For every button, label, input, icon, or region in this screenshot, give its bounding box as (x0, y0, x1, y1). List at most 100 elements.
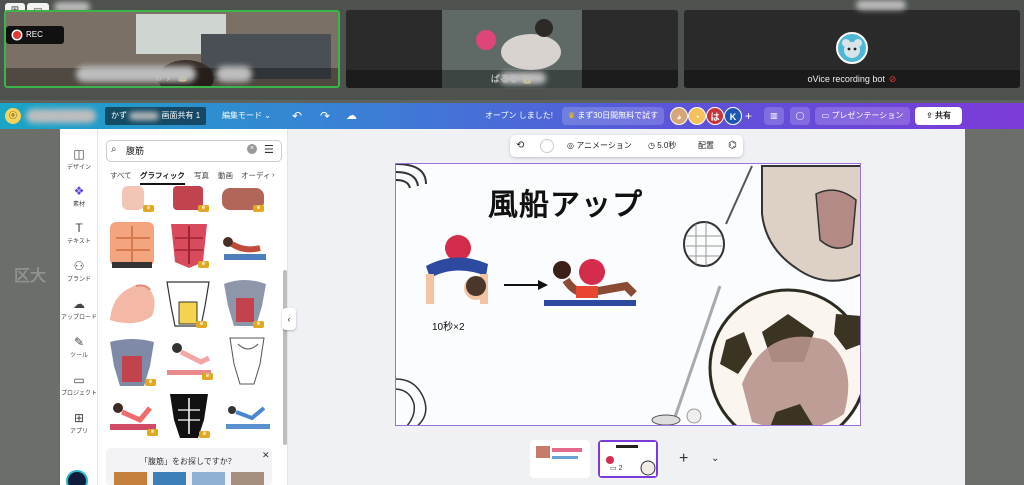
graphic-thumbnail[interactable]: ♛ (106, 394, 160, 438)
rail-label: 素材 (72, 202, 85, 208)
avatar[interactable]: K (724, 107, 742, 125)
rail-item-tools[interactable]: ✎ ツール (60, 332, 98, 366)
tab-graphics[interactable]: グラフィック (140, 170, 185, 185)
position-button[interactable]: 配置 (698, 140, 714, 152)
share-button[interactable]: ⇪ 共有 (915, 107, 962, 125)
free-trial-button[interactable]: ♛ まず30日間無料で試す (562, 107, 664, 125)
mic-muted-icon: ⊘ (888, 74, 897, 84)
insights-icon[interactable]: ▥ (764, 107, 784, 125)
crown-icon: ♛ (567, 111, 576, 120)
graphic-thumbnail[interactable]: ♛ (220, 276, 266, 330)
chevron-down-icon: ⌄ (264, 111, 271, 120)
graphic-thumbnail[interactable]: ♛ (163, 338, 215, 382)
rail-item-brand[interactable]: ⚇ ブランド (60, 256, 98, 290)
mode-label: 編集モード (222, 111, 262, 120)
tab-videos[interactable]: 動画 (218, 170, 233, 181)
graphic-thumbnail[interactable]: ♛ (110, 186, 156, 214)
premium-badge-icon: ♛ (145, 379, 156, 386)
graphic-thumbnail[interactable]: ♛ (220, 186, 266, 214)
graphic-thumbnail[interactable]: ♛ (165, 186, 211, 214)
recording-indicator: REC (6, 26, 64, 44)
tab-photos[interactable]: 写真 (194, 170, 209, 181)
clock-icon: ◷ (648, 141, 655, 150)
graphic-thumbnail[interactable] (108, 220, 154, 270)
layout-icon: ◫ (73, 147, 85, 161)
status-text: オープン しました! (485, 111, 553, 120)
rail-label: デザイン (66, 165, 91, 171)
undo-icon[interactable]: ↶ (292, 103, 302, 129)
graphic-thumbnail[interactable] (220, 226, 266, 266)
tab-audio[interactable]: オーディ (241, 170, 270, 181)
shared-screen-background (965, 129, 1024, 485)
add-page-button[interactable]: + (679, 450, 688, 468)
collapse-panel-icon[interactable]: ‹ (282, 308, 296, 330)
blurred-name (76, 66, 196, 82)
graphic-thumbnail[interactable] (224, 334, 270, 388)
magic-icon[interactable] (66, 470, 88, 485)
duration-label: 5.0秒 (657, 141, 677, 150)
tabs-next-icon[interactable]: › (272, 170, 275, 179)
avatar[interactable]: ◔ (688, 107, 706, 125)
rail-item-elements[interactable]: ❖ 素材 (60, 181, 98, 215)
draw-icon: ✎ (73, 335, 85, 349)
graphic-thumbnail[interactable]: ♛ (163, 276, 210, 330)
redo-icon[interactable]: ↷ (320, 103, 330, 129)
filter-icon[interactable]: ☰ (264, 143, 274, 156)
animate-icon: ◎ (567, 141, 574, 150)
graphic-thumbnail[interactable] (106, 276, 160, 328)
rail-item-apps[interactable]: ⊞ アプリ (60, 408, 98, 442)
rail-label: ブランド (66, 277, 91, 283)
color-swatch[interactable] (540, 139, 554, 153)
chevron-down-icon[interactable]: ⌄ (711, 453, 719, 464)
rail-item-text[interactable]: T テキスト (60, 218, 98, 252)
slide-title[interactable]: 風船アップ (488, 180, 643, 224)
rec-dot-icon (13, 31, 21, 39)
background-ghost-text: 区大 (14, 268, 47, 285)
suggestion-text: 「腹筋」をお探しですか？ (140, 457, 236, 466)
slide-caption[interactable]: 10秒×2 (432, 318, 465, 333)
graphic-thumbnail[interactable]: ♛ (106, 336, 158, 388)
animate-button[interactable]: ◎ アニメーション (567, 140, 632, 152)
rail-label: アプリ (69, 429, 88, 435)
premium-badge-icon: ♛ (199, 431, 210, 438)
screen-share-banner: かず 画面共有 1 (105, 107, 207, 125)
premium-badge-icon: ♛ (198, 205, 209, 212)
close-icon[interactable]: ✕ (262, 450, 270, 461)
present-button[interactable]: ▭ プレゼンテーション (815, 107, 910, 125)
page-thumbnail-1[interactable] (530, 440, 590, 478)
premium-badge-icon: ♛ (253, 321, 264, 328)
comment-icon: ▭ (610, 465, 617, 472)
blurred-name (216, 66, 252, 82)
duration-button[interactable]: ◷ 5.0秒 (648, 140, 676, 152)
rail-item-upload[interactable]: ☁ アップロード (60, 294, 98, 328)
blurred-header (856, 0, 906, 10)
premium-badge-icon: ♛ (198, 261, 209, 268)
avatar[interactable]: は (706, 107, 724, 125)
add-collaborator-button[interactable]: + (745, 103, 752, 129)
graphic-thumbnail[interactable]: ♛ (165, 220, 211, 270)
rail-item-projects[interactable]: ▭ プロジェクト (60, 370, 98, 404)
blurred-name (500, 72, 546, 84)
rotate-icon[interactable]: ⟲ (516, 140, 524, 152)
edit-mode-dropdown[interactable]: 編集モード ⌄ (222, 103, 271, 129)
tab-all[interactable]: すべて (110, 170, 132, 181)
apps-icon: ⊞ (73, 411, 85, 425)
graphic-thumbnail[interactable]: ♛ (166, 390, 212, 440)
premium-badge-icon: ♛ (147, 429, 158, 436)
premium-badge-icon: ♛ (196, 321, 207, 328)
page-thumbnail-2[interactable] (598, 440, 658, 478)
share-label: 共有 (934, 111, 951, 120)
panel-scrollbar[interactable] (283, 270, 287, 445)
premium-badge-icon: ♛ (143, 205, 154, 212)
sharer-name: かず (111, 111, 127, 120)
page-count: 2 (618, 465, 623, 472)
premium-badge-icon: ♛ (202, 373, 213, 380)
avatar[interactable]: ◕ (670, 107, 688, 125)
comment-icon[interactable]: ◯ (790, 107, 810, 125)
paint-format-icon[interactable]: ⌬ (728, 140, 737, 152)
participant-tile-3[interactable]: oVice recording bot ⊘ (684, 10, 1020, 88)
graphic-thumbnail[interactable] (222, 398, 272, 434)
rail-item-design[interactable]: ◫ デザイン (60, 144, 98, 178)
clear-icon[interactable]: × (247, 144, 257, 154)
cloud-saved-icon: ☁ (346, 110, 357, 122)
